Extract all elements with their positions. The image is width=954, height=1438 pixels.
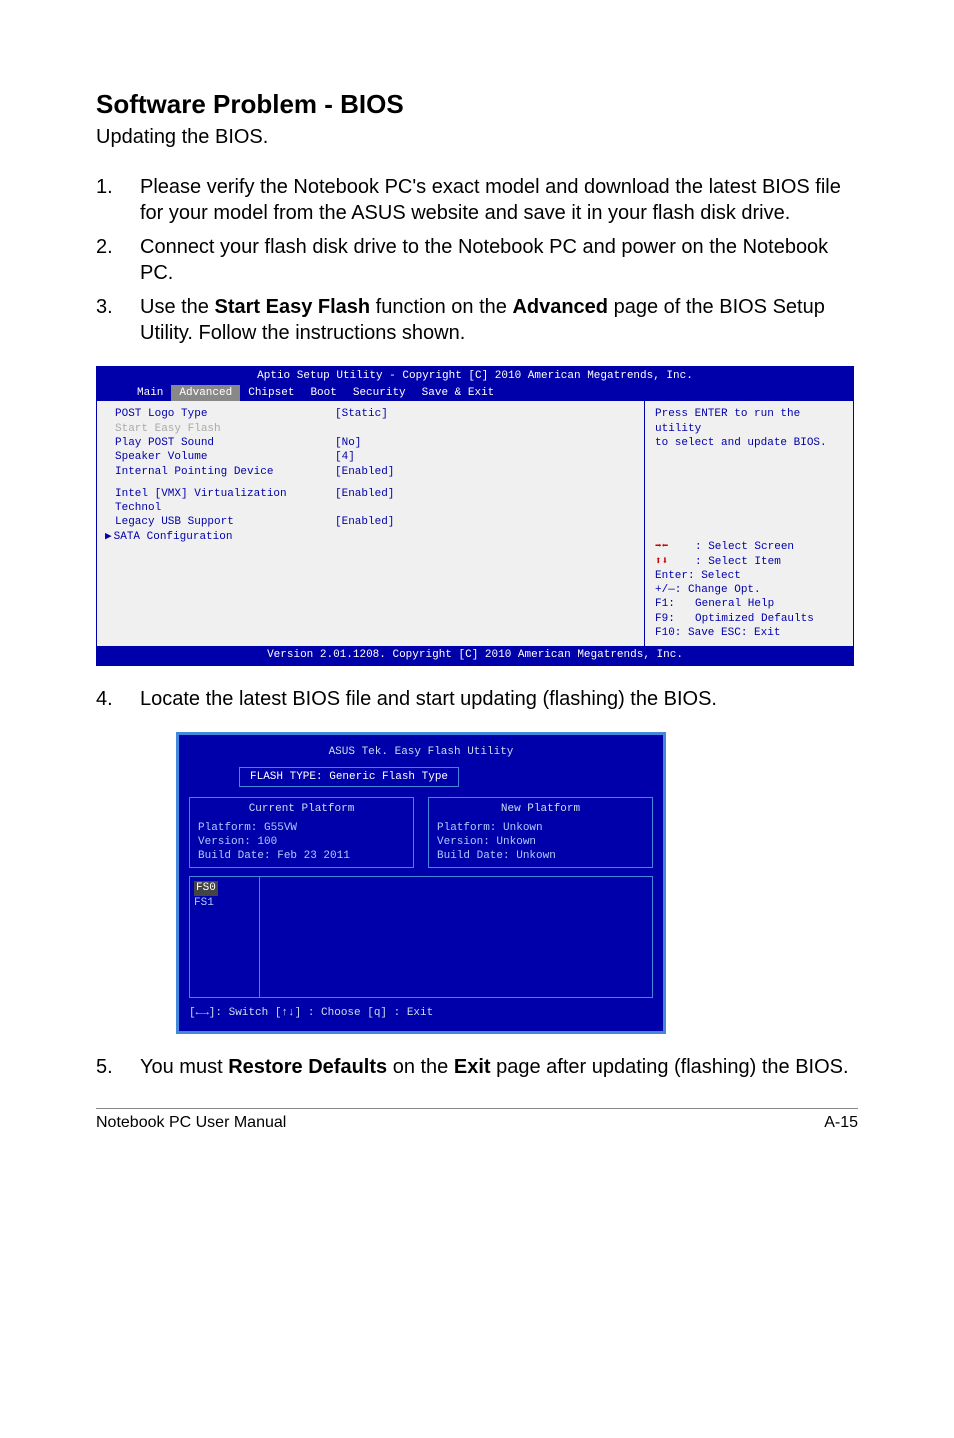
text-frag: page after updating (flashing) the BIOS.	[491, 1056, 849, 1078]
bios-options-panel: POST Logo Type[Static] Start Easy Flash …	[97, 401, 645, 646]
key-hint: F10: Save ESC: Exit	[655, 626, 843, 640]
bios-header: Aptio Setup Utility - Copyright [C] 2010…	[97, 367, 853, 385]
bios-option-row: Internal Pointing Device[Enabled]	[115, 465, 632, 479]
footer-left: Notebook PC User Manual	[96, 1113, 286, 1134]
bios-footer: Version 2.01.1208. Copyright [C] 2010 Am…	[97, 646, 853, 664]
option-label: Speaker Volume	[115, 450, 335, 464]
steps-list: 1. Please verify the Notebook PC's exact…	[96, 174, 858, 346]
bios-setup-screenshot: Aptio Setup Utility - Copyright [C] 2010…	[96, 366, 854, 666]
option-label: Internal Pointing Device	[115, 465, 335, 479]
step-text: Connect your flash disk drive to the Not…	[140, 234, 858, 286]
drive-list: FS0 FS1	[190, 877, 260, 997]
bios-option-row: Start Easy Flash	[115, 422, 632, 436]
bios-option-row: Speaker Volume[4]	[115, 450, 632, 464]
text-frag: Use the	[140, 296, 214, 318]
option-value: [Enabled]	[335, 465, 394, 479]
platform-row: Build Date: Feb 23 2011	[198, 849, 405, 863]
platform-heading: Current Platform	[198, 802, 405, 816]
file-browser: FS0 FS1	[189, 876, 653, 998]
step-text: Please verify the Notebook PC's exact mo…	[140, 174, 858, 226]
option-label: SATA Configuration	[114, 530, 334, 544]
option-value: [Enabled]	[335, 487, 394, 516]
new-platform-box: New Platform Platform: Unkown Version: U…	[428, 797, 653, 868]
key-hint: +/—: Change Opt.	[655, 583, 843, 597]
step-1: 1. Please verify the Notebook PC's exact…	[96, 174, 858, 226]
flash-title: ASUS Tek. Easy Flash Utility	[189, 745, 653, 759]
bios-tabrow: Main Advanced Chipset Boot Security Save…	[97, 385, 853, 401]
bold-frag: Restore Defaults	[228, 1056, 387, 1078]
key-hint: F9:Optimized Defaults	[655, 612, 843, 626]
arrow-up-down-icon: ⬆⬇	[655, 555, 695, 569]
footer-divider	[96, 1108, 858, 1109]
bios-option-row: Legacy USB Support[Enabled]	[115, 515, 632, 529]
platform-row: Version: Unkown	[437, 835, 644, 849]
bios-tab-saveexit: Save & Exit	[414, 385, 503, 401]
key-hint: Enter: Select	[655, 569, 843, 583]
current-platform-box: Current Platform Platform: G55VW Version…	[189, 797, 414, 868]
key-hint: F1:General Help	[655, 597, 843, 611]
bold-frag: Advanced	[512, 296, 608, 318]
step-text: Use the Start Easy Flash function on the…	[140, 294, 858, 346]
page-footer: Notebook PC User Manual A-15	[96, 1113, 858, 1134]
step-number: 2.	[96, 234, 140, 286]
file-pane	[260, 877, 652, 997]
bios-tab-security: Security	[345, 385, 414, 401]
option-label: Legacy USB Support	[115, 515, 335, 529]
step-number: 1.	[96, 174, 140, 226]
option-label: Start Easy Flash	[115, 422, 335, 436]
steps-list-end: 5. You must Restore Defaults on the Exit…	[96, 1054, 858, 1080]
step-3: 3. Use the Start Easy Flash function on …	[96, 294, 858, 346]
arrow-left-right-icon: ➡⬅	[655, 540, 695, 554]
bios-help-text: Press ENTER to run the utility to select…	[655, 407, 843, 450]
step-5: 5. You must Restore Defaults on the Exit…	[96, 1054, 858, 1080]
bios-help-panel: Press ENTER to run the utility to select…	[645, 401, 853, 646]
drive-item: FS1	[194, 896, 255, 910]
platform-row: Platform: Unkown	[437, 821, 644, 835]
footer-right: A-15	[824, 1113, 858, 1134]
flash-type: FLASH TYPE: Generic Flash Type	[239, 767, 459, 787]
option-value: [4]	[335, 450, 355, 464]
option-label: Play POST Sound	[115, 436, 335, 450]
bios-tab-main: Main	[129, 385, 171, 401]
option-label: POST Logo Type	[115, 407, 335, 421]
step-text: You must Restore Defaults on the Exit pa…	[140, 1054, 858, 1080]
text-frag: function on the	[370, 296, 512, 318]
easy-flash-screenshot: ASUS Tek. Easy Flash Utility FLASH TYPE:…	[176, 732, 666, 1034]
key-hints: [←→]: Switch [↑↓] : Choose [q] : Exit	[189, 1006, 653, 1020]
text-frag: You must	[140, 1056, 228, 1078]
step-2: 2. Connect your flash disk drive to the …	[96, 234, 858, 286]
steps-list-cont: 4. Locate the latest BIOS file and start…	[96, 686, 858, 712]
help-line: to select and update BIOS.	[655, 436, 843, 450]
bios-option-row: Play POST Sound[No]	[115, 436, 632, 450]
triangle-icon: ▶	[105, 530, 112, 544]
step-text: Locate the latest BIOS file and start up…	[140, 686, 858, 712]
bios-tab-advanced: Advanced	[171, 385, 240, 401]
bios-tab-boot: Boot	[302, 385, 344, 401]
option-value: [Enabled]	[335, 515, 394, 529]
bios-tab-chipset: Chipset	[240, 385, 302, 401]
bold-frag: Exit	[454, 1056, 491, 1078]
step-number: 3.	[96, 294, 140, 346]
platform-row: Version: 100	[198, 835, 405, 849]
step-4: 4. Locate the latest BIOS file and start…	[96, 686, 858, 712]
step-number: 5.	[96, 1054, 140, 1080]
bios-key-help: ➡⬅: Select Screen ⬆⬇: Select Item Enter:…	[655, 540, 843, 640]
drive-item: FS0	[194, 881, 255, 895]
option-value: [Static]	[335, 407, 388, 421]
bold-frag: Start Easy Flash	[214, 296, 370, 318]
option-value: [No]	[335, 436, 361, 450]
bios-option-row: Intel [VMX] Virtualization Technol[Enabl…	[115, 487, 632, 516]
text-frag: on the	[387, 1056, 454, 1078]
step-number: 4.	[96, 686, 140, 712]
section-title: Software Problem - BIOS	[96, 88, 858, 122]
bios-option-row: POST Logo Type[Static]	[115, 407, 632, 421]
bios-option-row: ▶SATA Configuration	[115, 530, 632, 544]
platform-heading: New Platform	[437, 802, 644, 816]
platform-row: Platform: G55VW	[198, 821, 405, 835]
option-label: Intel [VMX] Virtualization Technol	[115, 487, 335, 516]
platform-row: Build Date: Unkown	[437, 849, 644, 863]
section-subtitle: Updating the BIOS.	[96, 124, 858, 150]
help-line: Press ENTER to run the utility	[655, 407, 843, 436]
